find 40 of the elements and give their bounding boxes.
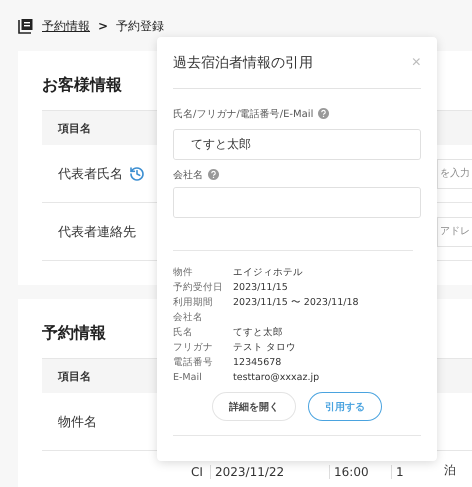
detail-label: E-Mail: [173, 372, 203, 383]
history-icon[interactable]: [129, 166, 145, 182]
row-label: 代表者連絡先: [58, 224, 136, 240]
table-cell-text: 泊: [443, 462, 457, 479]
details-button[interactable]: 詳細を開く: [212, 392, 296, 421]
table-cell: CI: [187, 465, 211, 479]
input-field[interactable]: [173, 187, 421, 218]
dialog-title: 過去宿泊者情報の引用: [173, 54, 313, 72]
help-icon[interactable]: [208, 169, 219, 180]
section-title: お客様情報: [42, 75, 122, 96]
field-label: 会社名: [173, 168, 203, 182]
row-label: 物件名: [58, 414, 97, 430]
text-input[interactable]: アドレ: [437, 216, 472, 246]
breadcrumb-current: 予約登録: [116, 18, 164, 34]
detail-label: 氏名: [173, 326, 194, 339]
detail-value: 2023/11/15: [233, 282, 289, 293]
table-cell: 16:00: [330, 465, 392, 479]
table-cell: 2023/11/22: [211, 465, 330, 479]
breadcrumb-link[interactable]: 予約情報: [42, 18, 90, 34]
detail-value: testtaro@xxxaz.jp: [233, 372, 320, 383]
input-field[interactable]: てすと太郎: [173, 129, 421, 160]
breadcrumb-separator: >: [98, 19, 108, 33]
detail-value: てすと太郎: [233, 326, 284, 339]
help-icon[interactable]: [318, 108, 330, 119]
detail-value: テスト タロウ: [233, 341, 298, 354]
table-cell-text: 1: [395, 465, 405, 479]
detail-value: 2023/11/15 〜 2023/11/18: [233, 296, 360, 309]
detail-label: 会社名: [173, 311, 204, 324]
detail-value: エイジィホテル: [233, 266, 304, 279]
detail-label: 利用期間: [173, 296, 214, 309]
detail-value: 12345678: [233, 357, 282, 368]
detail-label: 予約受付日: [173, 281, 224, 294]
detail-label: フリガナ: [173, 341, 214, 354]
detail-label: 電話番号: [173, 356, 214, 369]
text-input[interactable]: を入力: [437, 158, 472, 188]
row-label: 代表者氏名: [58, 166, 123, 182]
section-title: 予約情報: [42, 323, 106, 344]
detail-label: 物件: [173, 266, 194, 279]
book-icon: [18, 18, 34, 34]
field-label: 氏名/フリガナ/電話番号/E-Mail: [173, 108, 314, 120]
